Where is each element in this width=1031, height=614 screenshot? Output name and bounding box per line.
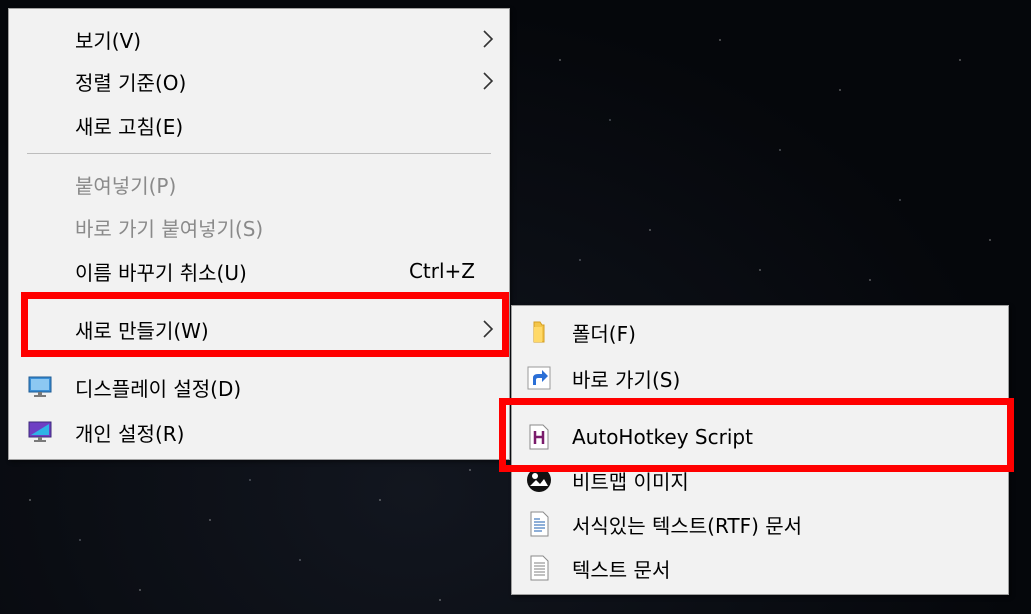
chevron-right-icon: [483, 30, 494, 48]
submenu-item-text-document[interactable]: 텍스트 문서: [512, 548, 1008, 588]
menu-item-undo-rename[interactable]: 이름 바꾸기 취소(U) Ctrl+Z: [9, 251, 509, 291]
menu-item-label: 개인 설정(R): [75, 421, 185, 446]
menu-item-label: 바로 가기(S): [572, 367, 681, 392]
menu-item-view[interactable]: 보기(V): [9, 19, 509, 59]
menu-item-refresh[interactable]: 새로 고침(E): [9, 105, 509, 145]
submenu-item-rtf-document[interactable]: 서식있는 텍스트(RTF) 문서: [512, 504, 1008, 544]
submenu-item-autohotkey-script[interactable]: AutoHotkey Script: [512, 417, 1008, 457]
desktop-context-menu: 보기(V) 정렬 기준(O) 새로 고침(E) 붙여넣기(P) 바로 가기 붙여…: [8, 8, 510, 460]
menu-item-label: 정렬 기준(O): [75, 70, 187, 95]
new-submenu: 폴더(F) 바로 가기(S) AutoHotkey Script 비트맵 이미지…: [511, 305, 1009, 595]
menu-item-display-settings[interactable]: 디스플레이 설정(D): [9, 367, 509, 407]
chevron-right-icon: [483, 72, 494, 90]
menu-item-label: 새로 고침(E): [75, 114, 184, 139]
menu-item-label: 새로 만들기(W): [75, 318, 209, 343]
menu-item-label: 서식있는 텍스트(RTF) 문서: [572, 513, 803, 538]
folder-icon: [533, 321, 545, 343]
menu-item-paste: 붙여넣기(P): [9, 164, 509, 204]
menu-item-label: 보기(V): [75, 28, 142, 53]
menu-item-paste-shortcut: 바로 가기 붙여넣기(S): [9, 207, 509, 247]
text-document-icon: [530, 555, 549, 581]
menu-item-sort-by[interactable]: 정렬 기준(O): [9, 61, 509, 101]
menu-item-label: 바로 가기 붙여넣기(S): [75, 216, 264, 241]
submenu-item-bitmap-image[interactable]: 비트맵 이미지: [512, 460, 1008, 500]
shortcut-icon: [527, 366, 551, 390]
submenu-item-shortcut[interactable]: 바로 가기(S): [512, 358, 1008, 398]
menu-item-label: AutoHotkey Script: [572, 425, 753, 449]
rtf-document-icon: [530, 511, 549, 537]
menu-item-label: 이름 바꾸기 취소(U): [75, 260, 247, 285]
menu-item-label: 붙여넣기(P): [75, 173, 177, 198]
bitmap-icon: [527, 468, 551, 492]
menu-item-new[interactable]: 새로 만들기(W): [9, 309, 509, 349]
menu-item-label: 비트맵 이미지: [572, 469, 689, 494]
menu-separator: [27, 153, 491, 154]
keyboard-shortcut: Ctrl+Z: [408, 259, 475, 283]
menu-item-label: 디스플레이 설정(D): [75, 376, 242, 401]
autohotkey-icon: [529, 424, 549, 450]
menu-item-personalize[interactable]: 개인 설정(R): [9, 412, 509, 452]
menu-item-label: 텍스트 문서: [572, 557, 671, 582]
display-icon: [28, 376, 52, 397]
chevron-right-icon: [483, 320, 494, 338]
personalize-icon: [28, 421, 52, 442]
submenu-item-folder[interactable]: 폴더(F): [512, 312, 1008, 352]
menu-item-label: 폴더(F): [572, 321, 636, 346]
